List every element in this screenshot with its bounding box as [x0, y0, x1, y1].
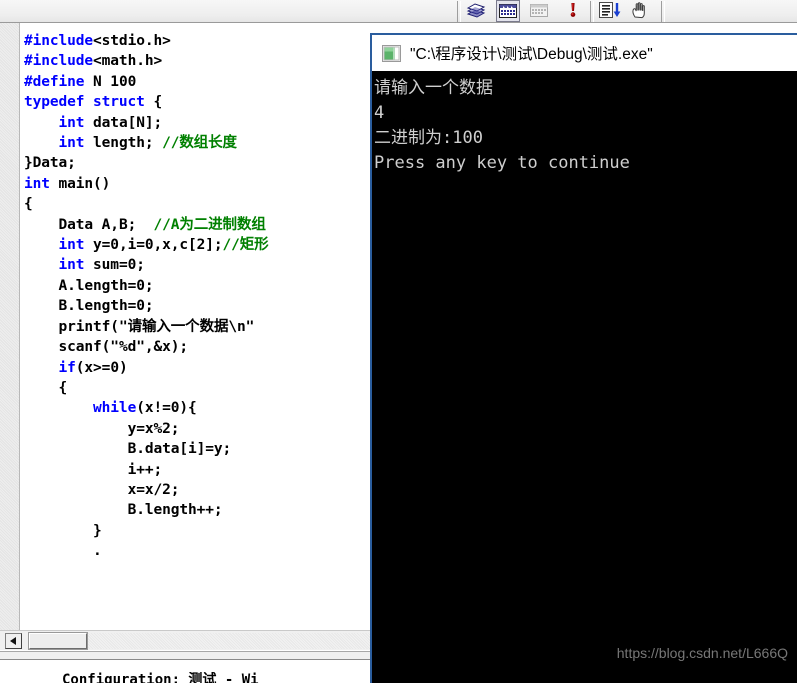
code-token: if [58, 359, 76, 376]
code-token: i++; [127, 461, 163, 478]
execute-program-icon[interactable] [562, 0, 586, 22]
code-token: }Data; [24, 155, 76, 172]
code-line: { [24, 379, 68, 396]
code-token: { [144, 94, 163, 111]
code-token: (x>=0) [75, 359, 128, 376]
console-output-area[interactable]: 请输入一个数据 4 二进制为:100 Press any key to cont… [372, 71, 797, 683]
stop-build-icon [528, 0, 552, 22]
console-output-text: 请输入一个数据 4 二进制为:100 Press any key to cont… [374, 78, 630, 173]
toolbar-separator-2 [590, 1, 594, 22]
code-line: #include<stdio.h> [24, 33, 171, 49]
code-line: #define N 100 [24, 74, 136, 90]
source-code: #include<stdio.h> #include<math.h> #defi… [21, 23, 374, 562]
code-token: #include [24, 33, 94, 49]
code-line: }Data; [24, 155, 76, 171]
code-text-area[interactable]: #include<stdio.h> #include<math.h> #defi… [21, 23, 374, 630]
code-editor-window: #include<stdio.h> #include<math.h> #defi… [0, 23, 374, 660]
code-token: x=x/2; [127, 481, 180, 498]
code-token: A.length=0; [58, 277, 154, 294]
code-token: N 100 [84, 73, 137, 90]
build-icon[interactable] [496, 0, 520, 22]
code-line: { [24, 196, 33, 212]
caret-left-icon [10, 637, 16, 645]
code-token: . [93, 543, 102, 560]
editor-horizontal-scrollbar[interactable] [0, 630, 374, 650]
code-token: #include [24, 53, 94, 70]
code-token: <stdio.h> [93, 33, 171, 49]
code-token: printf("请输入一个数据\n" [58, 318, 255, 335]
code-token: //矩形 [222, 237, 269, 254]
scrollbar-track[interactable] [88, 633, 370, 649]
editor-gutter[interactable] [0, 23, 20, 630]
scrollbar-thumb[interactable] [28, 632, 88, 650]
code-token: main() [49, 175, 111, 192]
console-title-bar[interactable]: "C:\程序设计\测试\Debug\测试.exe" [372, 35, 797, 71]
toolbar-separator-3 [661, 1, 665, 22]
code-token: //A为二进制数组 [153, 216, 266, 233]
code-token: { [58, 379, 68, 396]
code-token: int [58, 114, 85, 131]
code-line: int sum=0; [24, 257, 145, 273]
scroll-left-button[interactable] [5, 633, 22, 649]
code-token: int [58, 257, 85, 274]
code-line: #include<math.h> [24, 53, 162, 69]
console-title-text: "C:\程序设计\测试\Debug\测试.exe" [410, 46, 653, 63]
code-line: int length; //数组长度 [24, 135, 238, 152]
go-debug-icon[interactable] [597, 0, 621, 22]
toolbar-separator-1 [457, 1, 461, 22]
output-pane-line: Configuration: 测试 - Wi [62, 672, 259, 683]
code-token: { [24, 196, 33, 213]
code-token: B.length=0; [58, 298, 154, 315]
code-token: B.length++; [127, 502, 223, 519]
console-app-icon [382, 45, 401, 62]
code-line: int main() [24, 176, 110, 192]
code-token: int [58, 237, 85, 254]
console-window[interactable]: "C:\程序设计\测试\Debug\测试.exe" 请输入一个数据 4 二进制为… [370, 33, 797, 683]
code-line: typedef struct { [24, 94, 162, 110]
code-line: int y=0,i=0,x,c[2];//矩形 [24, 237, 269, 253]
code-token: y=0,i=0,x,c[2]; [84, 237, 223, 254]
toolbar-background [0, 0, 797, 22]
code-line: int data[N]; [24, 114, 163, 131]
code-token: scanf("%d",&x); [58, 339, 189, 356]
code-token: sum=0; [84, 257, 145, 274]
code-token: int [58, 135, 85, 152]
code-token: while [93, 400, 137, 417]
code-line: printf("请输入一个数据\n" [24, 318, 255, 335]
code-token: B.data[i]=y; [127, 441, 232, 458]
code-token: } [93, 522, 102, 539]
code-token: (x!=0){ [136, 400, 197, 417]
editor-window-bottom-band [0, 651, 374, 660]
code-line: y=x%2; [24, 420, 180, 437]
screen-root: #include<stdio.h> #include<math.h> #defi… [0, 0, 797, 683]
code-token: typedef struct [24, 94, 145, 111]
code-line: Data A,B; //A为二进制数组 [24, 217, 266, 233]
code-line: x=x/2; [24, 481, 180, 498]
code-line: scanf("%d",&x); [24, 339, 189, 356]
code-token: y=x%2; [127, 420, 180, 437]
code-token: int [24, 175, 50, 192]
compile-icon[interactable] [464, 0, 488, 22]
code-token: Data A,B; [58, 216, 154, 233]
code-line: while(x!=0){ [24, 400, 197, 416]
code-line: . [24, 543, 102, 559]
code-line: B.length=0; [24, 298, 154, 315]
code-token: data[N]; [84, 114, 163, 131]
code-token: length; [84, 135, 163, 152]
code-line: B.length++; [24, 502, 223, 518]
code-token: #define [24, 73, 85, 90]
build-toolbar [0, 0, 797, 23]
code-line: } [24, 523, 102, 539]
code-line: if(x>=0) [24, 360, 128, 376]
insert-breakpoint-icon[interactable] [628, 0, 652, 22]
code-token: <math.h> [93, 53, 163, 70]
output-pane[interactable]: Configuration: 测试 - Wi [0, 672, 374, 683]
code-line: i++; [24, 461, 163, 478]
code-line: A.length=0; [24, 277, 154, 294]
code-line: B.data[i]=y; [24, 441, 232, 458]
csdn-watermark: https://blog.csdn.net/L666Q [616, 645, 788, 661]
code-token: //数组长度 [162, 135, 237, 152]
